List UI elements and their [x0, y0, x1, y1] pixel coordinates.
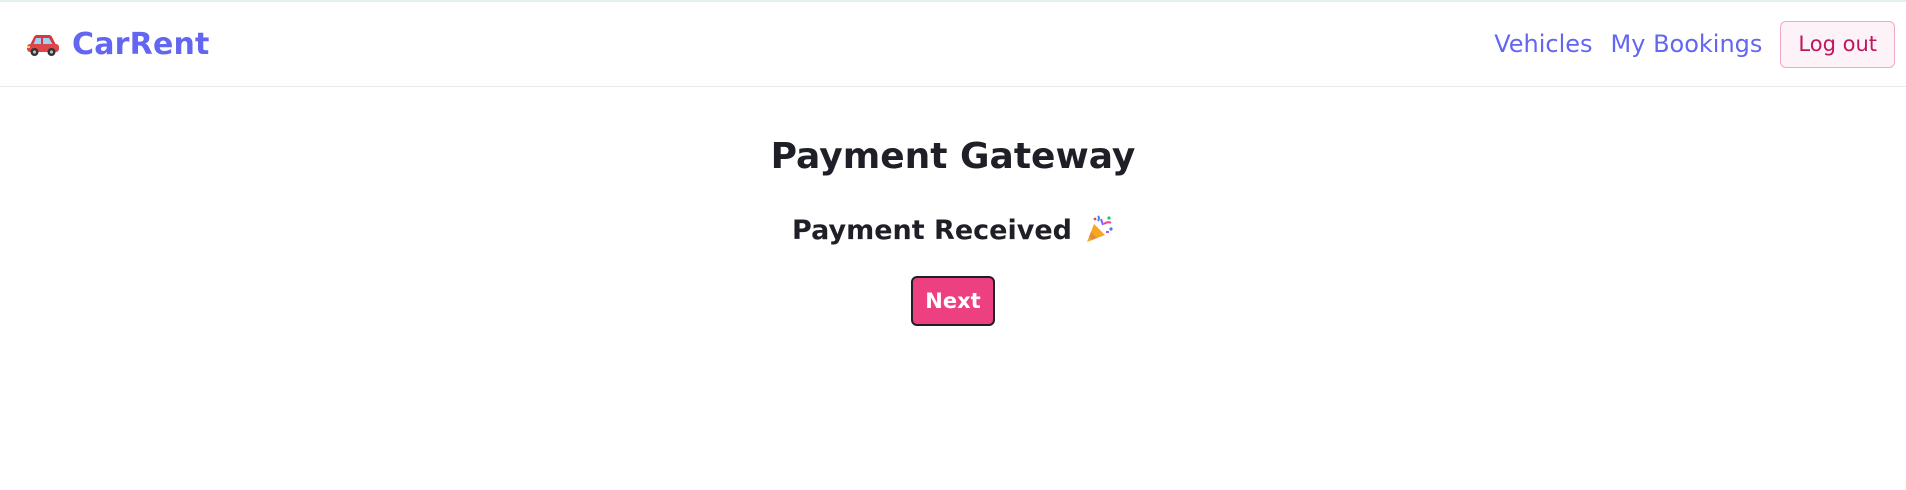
next-button[interactable]: Next: [911, 276, 995, 326]
party-popper-icon: [1084, 215, 1114, 245]
nav-link-my-bookings[interactable]: My Bookings: [1611, 30, 1763, 58]
red-car-icon: [26, 31, 60, 57]
navbar: CarRent Vehicles My Bookings Log out: [0, 2, 1906, 87]
brand-link[interactable]: CarRent: [26, 27, 210, 62]
payment-status-text: Payment Received: [792, 214, 1072, 246]
payment-status: Payment Received: [0, 215, 1906, 245]
brand-name: CarRent: [72, 26, 210, 62]
nav-right: Vehicles My Bookings Log out: [1494, 20, 1895, 68]
page-title: Payment Gateway: [770, 136, 1136, 177]
logout-button[interactable]: Log out: [1780, 20, 1895, 68]
main-content: Payment Gateway Payment Received Next: [0, 139, 1906, 326]
nav-link-vehicles[interactable]: Vehicles: [1494, 30, 1592, 58]
